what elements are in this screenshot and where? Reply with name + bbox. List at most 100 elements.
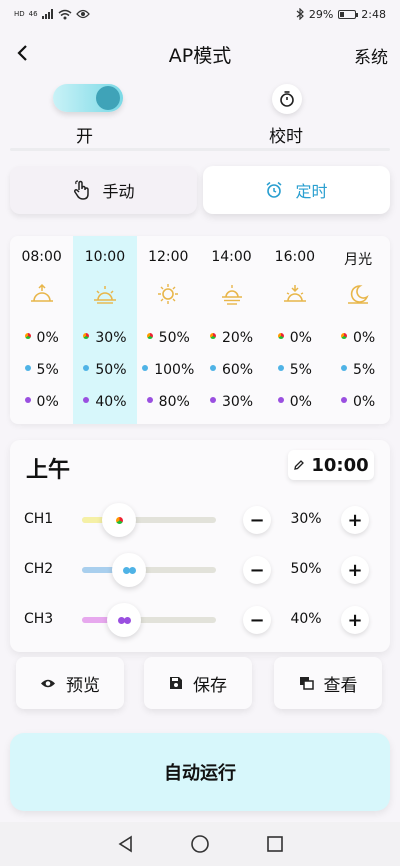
- period-label: 上午: [26, 458, 71, 483]
- ch3-dot-icon: [209, 397, 216, 403]
- slot-ch1-value: 0%: [263, 330, 326, 346]
- status-bar: HD 46 29% 2:48: [0, 0, 400, 28]
- battery-icon: [338, 9, 359, 19]
- page-title: AP模式: [168, 44, 232, 67]
- slot-ch2-value: 50%: [73, 362, 136, 378]
- ch2-dot-icon: [341, 365, 348, 371]
- channel-slider-thumb[interactable]: [102, 503, 136, 537]
- ch1-dot-icon: [341, 333, 348, 339]
- channel-label: CH3: [24, 611, 54, 627]
- channel-slider-thumb[interactable]: [107, 603, 141, 637]
- gallery-icon: [299, 677, 314, 690]
- hand-pointer-icon: [74, 180, 90, 200]
- ch2-value: 100%: [154, 362, 195, 378]
- channel-slider-thumb[interactable]: [112, 553, 146, 587]
- ch3-value: 0%: [353, 394, 376, 410]
- chevron-left-icon: [17, 45, 27, 61]
- preview-button[interactable]: 预览: [16, 657, 124, 709]
- ch3-value: 80%: [158, 394, 190, 410]
- action-bar: 预览 保存 查看: [16, 657, 382, 709]
- ch1-dot-icon: [277, 333, 284, 339]
- decrease-button[interactable]: −: [243, 606, 271, 634]
- power-toggle[interactable]: [53, 84, 123, 112]
- channel-row: CH2 − 50% +: [10, 550, 390, 590]
- schedule-slot[interactable]: 16:00 0% 5% 0%: [263, 236, 326, 424]
- view-button[interactable]: 查看: [274, 657, 382, 709]
- slot-time: 10:00: [311, 454, 369, 476]
- ch1-value: 0%: [36, 330, 59, 346]
- channel-slider-track[interactable]: [82, 567, 216, 573]
- alarm-clock-icon: [267, 181, 282, 198]
- slot-ch3-value: 30%: [200, 394, 263, 410]
- slot-ch1-value: 50%: [137, 330, 200, 346]
- nav-back-icon[interactable]: [117, 835, 133, 853]
- ch3-value: 30%: [221, 394, 254, 410]
- ch2-dot-icon: [277, 365, 284, 371]
- ch3-dot-icon: [24, 397, 31, 403]
- moon-icon: [346, 283, 370, 305]
- channel-row: CH1 − 30% +: [10, 500, 390, 540]
- time-sync-button[interactable]: [272, 84, 302, 114]
- ch3-dot-icon: [277, 397, 284, 403]
- increase-button[interactable]: +: [341, 556, 369, 584]
- ch1-dot-icon: [146, 333, 153, 339]
- channel-slider-track[interactable]: [82, 617, 216, 623]
- ch1-dot-icon: [83, 333, 90, 339]
- schedule-slot[interactable]: 08:00 0% 5% 0%: [10, 236, 73, 424]
- slot-time-label: 10:00: [84, 249, 126, 265]
- pencil-icon: [294, 460, 305, 470]
- sunrise-icon: [30, 283, 54, 305]
- ch1-value: 0%: [289, 330, 312, 346]
- increase-button[interactable]: +: [341, 506, 369, 534]
- increase-button[interactable]: +: [341, 606, 369, 634]
- slot-time-label: 月光: [344, 252, 373, 268]
- bluetooth-icon: [296, 8, 304, 20]
- decrease-button[interactable]: −: [243, 506, 271, 534]
- system-nav-bar: [0, 822, 400, 866]
- divider: [10, 148, 390, 151]
- mode-tabs: 手动 定时: [10, 166, 390, 214]
- system-link[interactable]: 系统: [354, 43, 388, 68]
- schedule-slot[interactable]: 10:00 30% 50% 40%: [73, 236, 137, 424]
- ch3-dot-icon: [146, 397, 153, 403]
- power-label: 开: [76, 127, 93, 147]
- ch2-value: 5%: [353, 362, 376, 378]
- auto-run-button[interactable]: 自动运行: [10, 733, 390, 811]
- slot-ch2-value: 5%: [326, 362, 389, 378]
- schedule-slot[interactable]: 14:00 20% 60% 30%: [200, 236, 263, 424]
- ch2-dot-icon: [83, 365, 90, 371]
- slot-ch1-value: 20%: [200, 330, 263, 346]
- schedule-slot[interactable]: 月光 0% 5% 0%: [326, 236, 389, 424]
- channel-value: 50%: [290, 561, 322, 577]
- signal-icon: [41, 9, 53, 19]
- tab-manual[interactable]: 手动: [10, 166, 197, 214]
- time-edit-button[interactable]: 10:00: [288, 450, 374, 480]
- nav-home-icon[interactable]: [191, 835, 209, 853]
- nav-recents-icon[interactable]: [267, 836, 283, 852]
- ch2-value: 5%: [289, 362, 312, 378]
- header: AP模式 系统: [0, 34, 400, 74]
- slot-ch1-value: 30%: [73, 330, 136, 346]
- slot-ch1-value: 0%: [10, 330, 73, 346]
- ch1-value: 20%: [221, 330, 254, 346]
- stopwatch-icon: [280, 91, 294, 107]
- slot-ch3-value: 80%: [137, 394, 200, 410]
- ch3-value: 40%: [95, 394, 127, 410]
- toggle-knob: [96, 86, 120, 110]
- time-slot-editor: 上午 10:00 CH1 − 30% + CH2 − 50% + CH3 − 40% +: [10, 440, 390, 652]
- ch1-value: 30%: [95, 330, 127, 346]
- decrease-button[interactable]: −: [243, 556, 271, 584]
- back-button[interactable]: [8, 38, 36, 68]
- schedule-slot[interactable]: 12:00 50% 100% 80%: [137, 236, 200, 424]
- ch2-dot-icon: [24, 365, 31, 371]
- ch2-value: 60%: [221, 362, 254, 378]
- save-button[interactable]: 保存: [144, 657, 252, 709]
- ch1-dot-icon: [24, 333, 31, 339]
- sun-icon: [156, 283, 180, 305]
- battery-percent: 29%: [308, 7, 334, 21]
- slot-ch2-value: 5%: [263, 362, 326, 378]
- sunset-icon: [283, 283, 307, 305]
- slot-ch3-value: 40%: [73, 394, 136, 410]
- ch2-value: 50%: [95, 362, 127, 378]
- tab-timed[interactable]: 定时: [203, 166, 390, 214]
